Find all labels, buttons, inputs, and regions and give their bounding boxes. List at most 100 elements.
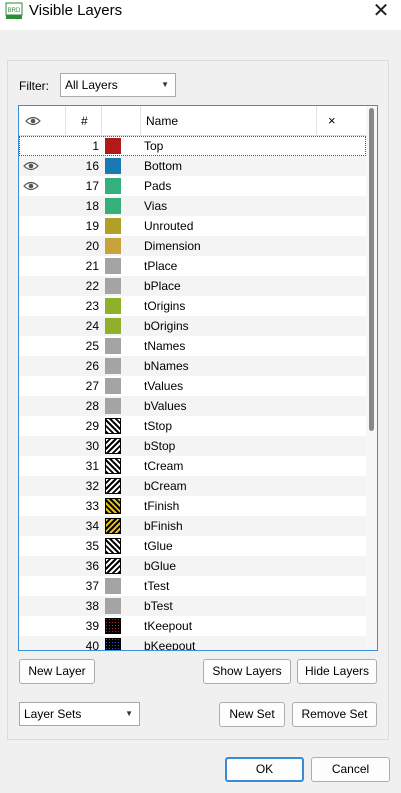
visibility-toggle[interactable] (23, 460, 39, 472)
layer-color-swatch[interactable] (105, 578, 121, 594)
visibility-toggle[interactable] (23, 600, 39, 612)
layer-color-swatch[interactable] (105, 318, 121, 334)
layer-color-swatch[interactable] (105, 238, 121, 254)
table-row[interactable]: 33 tFinish (19, 496, 366, 516)
table-row[interactable]: 24 bOrigins (19, 316, 366, 336)
table-row[interactable]: 36 bGlue (19, 556, 366, 576)
hide-layers-button[interactable]: Hide Layers (297, 659, 377, 684)
layer-color-swatch[interactable] (105, 558, 121, 574)
layer-color-swatch[interactable] (105, 498, 121, 514)
layer-color-swatch[interactable] (105, 218, 121, 234)
table-row[interactable]: 35 tGlue (19, 536, 366, 556)
visibility-toggle[interactable] (23, 500, 39, 512)
layer-color-swatch[interactable] (105, 158, 121, 174)
filter-dropdown[interactable]: All Layers ▼ (60, 73, 176, 97)
table-row[interactable]: 17 Pads (19, 176, 366, 196)
table-row[interactable]: 37 tTest (19, 576, 366, 596)
table-row[interactable]: 28 bValues (19, 396, 366, 416)
visibility-toggle[interactable] (23, 580, 39, 592)
scrollbar-thumb[interactable] (369, 108, 374, 431)
table-row[interactable]: 31 tCream (19, 456, 366, 476)
window-title: Visible Layers (29, 2, 123, 19)
layer-color-swatch[interactable] (105, 298, 121, 314)
visibility-toggle[interactable] (23, 400, 39, 412)
layer-color-swatch[interactable] (105, 538, 121, 554)
visibility-toggle[interactable] (23, 340, 39, 352)
table-row[interactable]: 18 Vias (19, 196, 366, 216)
visibility-toggle[interactable] (23, 300, 39, 312)
visibility-toggle[interactable] (23, 520, 39, 532)
table-row[interactable]: 1 Top (19, 136, 366, 156)
table-row[interactable]: 21 tPlace (19, 256, 366, 276)
eye-icon[interactable] (25, 115, 41, 127)
visibility-toggle[interactable] (23, 640, 39, 650)
layer-color-swatch[interactable] (105, 458, 121, 474)
table-row[interactable]: 19 Unrouted (19, 216, 366, 236)
table-row[interactable]: 39 tKeepout (19, 616, 366, 636)
cancel-button[interactable]: Cancel (311, 757, 390, 782)
column-name[interactable]: Name (146, 106, 178, 136)
remove-set-button[interactable]: Remove Set (292, 702, 377, 727)
table-row[interactable]: 38 bTest (19, 596, 366, 616)
table-row[interactable]: 27 tValues (19, 376, 366, 396)
eye-icon[interactable] (23, 160, 39, 172)
layer-color-swatch[interactable] (105, 178, 121, 194)
layer-number: 34 (85, 519, 99, 533)
table-row[interactable]: 20 Dimension (19, 236, 366, 256)
table-row[interactable]: 30 bStop (19, 436, 366, 456)
visibility-toggle[interactable] (23, 320, 39, 332)
layer-color-swatch[interactable] (105, 378, 121, 394)
table-row[interactable]: 32 bCream (19, 476, 366, 496)
table-row[interactable]: 23 tOrigins (19, 296, 366, 316)
table-row[interactable]: 29 tStop (19, 416, 366, 436)
layer-color-swatch[interactable] (105, 358, 121, 374)
column-number[interactable]: # (81, 106, 88, 136)
layer-color-swatch[interactable] (105, 438, 121, 454)
visibility-toggle[interactable] (23, 440, 39, 452)
visibility-toggle[interactable] (23, 540, 39, 552)
layer-color-swatch[interactable] (105, 638, 121, 650)
table-row[interactable]: 22 bPlace (19, 276, 366, 296)
layer-color-swatch[interactable] (105, 198, 121, 214)
vertical-scrollbar[interactable] (366, 106, 377, 650)
close-icon[interactable]: ✕ (371, 1, 391, 21)
visibility-toggle[interactable] (23, 140, 39, 152)
layer-color-swatch[interactable] (105, 478, 121, 494)
layer-color-swatch[interactable] (105, 278, 121, 294)
table-row[interactable]: 16 Bottom (19, 156, 366, 176)
layer-number: 36 (85, 559, 99, 573)
visibility-toggle[interactable] (23, 620, 39, 632)
show-layers-button[interactable]: Show Layers (203, 659, 291, 684)
layer-sets-dropdown[interactable]: Layer Sets ▼ (19, 702, 140, 726)
layer-color-swatch[interactable] (105, 398, 121, 414)
layer-color-swatch[interactable] (105, 138, 121, 154)
clear-filter-icon[interactable]: × (328, 106, 336, 136)
new-set-button[interactable]: New Set (219, 702, 285, 727)
table-row[interactable]: 26 bNames (19, 356, 366, 376)
visibility-toggle[interactable] (23, 200, 39, 212)
layer-name: bKeepout (144, 639, 196, 651)
eye-icon[interactable] (23, 180, 39, 192)
layer-color-swatch[interactable] (105, 418, 121, 434)
table-body: 1 Top 16 Bottom 17 Pads 18 Vias 19 Unrouted 20 Dime… (19, 136, 366, 651)
visibility-toggle[interactable] (23, 560, 39, 572)
new-layer-button[interactable]: New Layer (19, 659, 95, 684)
table-row[interactable]: 34 bFinish (19, 516, 366, 536)
visibility-toggle[interactable] (23, 420, 39, 432)
layer-color-swatch[interactable] (105, 598, 121, 614)
table-row[interactable]: 40 bKeepout (19, 636, 366, 651)
visibility-toggle[interactable] (23, 260, 39, 272)
layer-name: Dimension (144, 239, 201, 253)
layer-color-swatch[interactable] (105, 618, 121, 634)
visibility-toggle[interactable] (23, 380, 39, 392)
layer-color-swatch[interactable] (105, 258, 121, 274)
layer-color-swatch[interactable] (105, 338, 121, 354)
layer-color-swatch[interactable] (105, 518, 121, 534)
visibility-toggle[interactable] (23, 360, 39, 372)
ok-button[interactable]: OK (225, 757, 304, 782)
table-row[interactable]: 25 tNames (19, 336, 366, 356)
visibility-toggle[interactable] (23, 480, 39, 492)
visibility-toggle[interactable] (23, 220, 39, 232)
visibility-toggle[interactable] (23, 280, 39, 292)
visibility-toggle[interactable] (23, 240, 39, 252)
